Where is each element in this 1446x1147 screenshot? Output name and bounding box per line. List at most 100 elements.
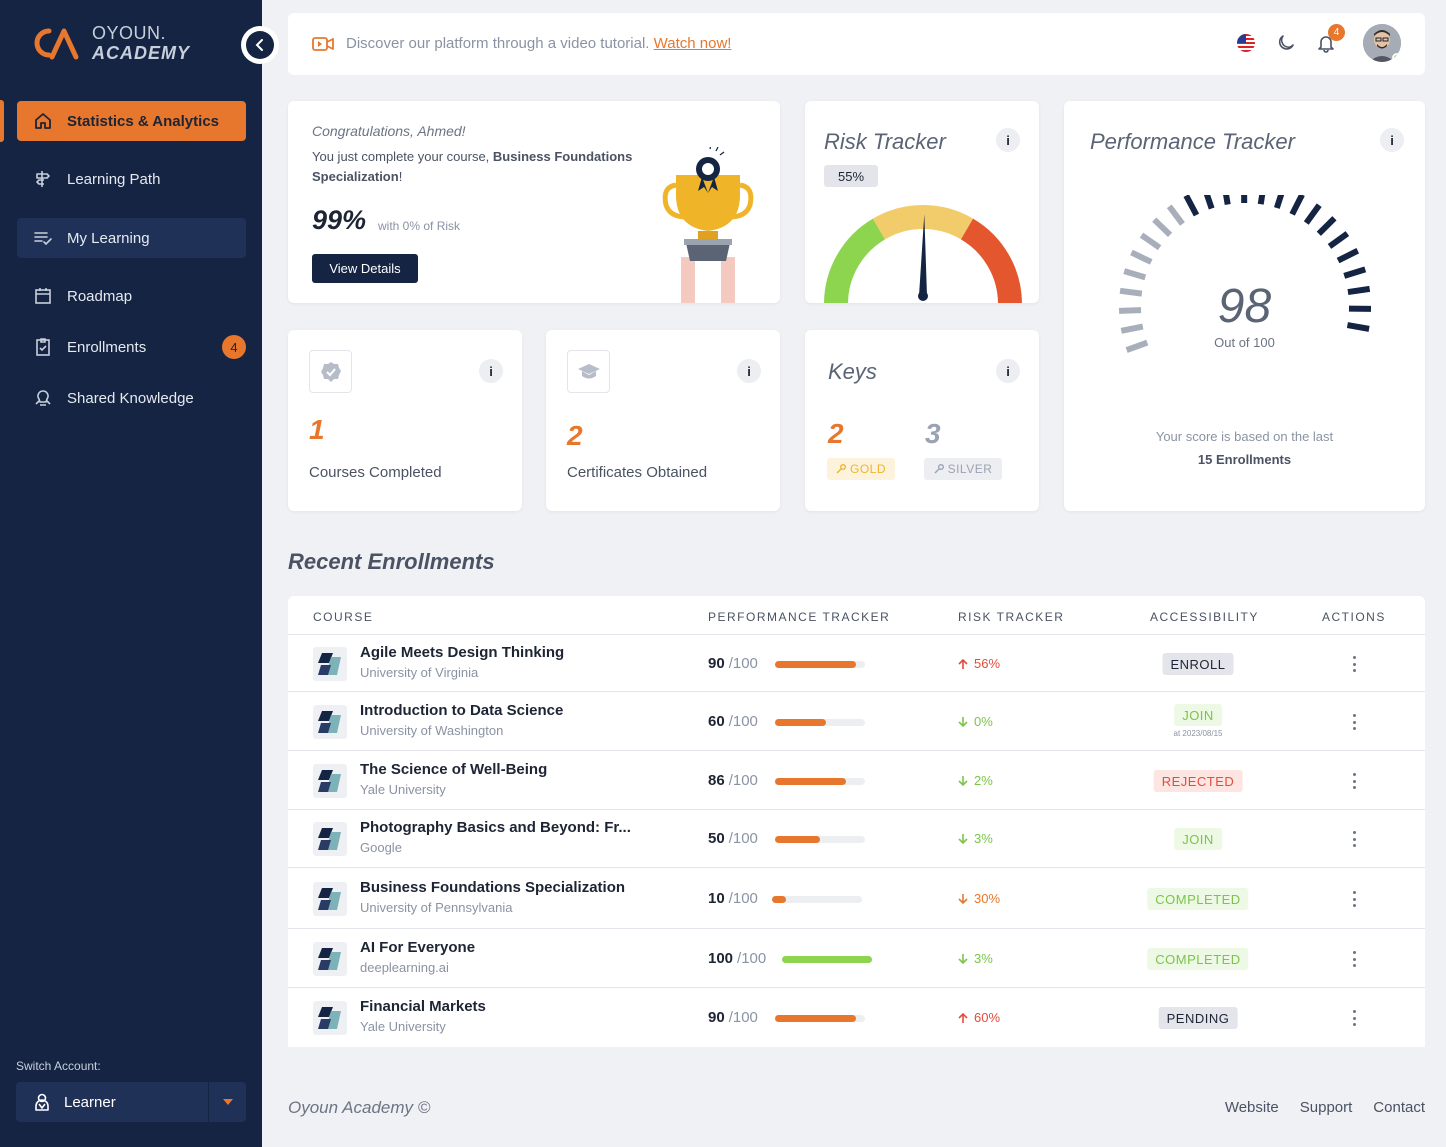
performance-bar	[782, 956, 872, 963]
user-avatar[interactable]	[1363, 24, 1401, 62]
course-name[interactable]: Business Foundations Specialization	[360, 879, 625, 896]
course-thumbnail	[313, 942, 347, 976]
accessibility-status-tag: COMPLETED	[1147, 888, 1249, 910]
keys-info-button[interactable]: i	[996, 359, 1020, 383]
sidebar-item-learning-path[interactable]: Learning Path	[17, 159, 246, 199]
risk-value: 2%	[958, 773, 993, 788]
brand-line2: ACADEMY	[92, 43, 191, 63]
language-selector[interactable]	[1235, 32, 1257, 54]
course-name[interactable]: Photography Basics and Beyond: Fr...	[360, 819, 631, 836]
course-thumbnail	[313, 764, 347, 798]
sidebar-item-label: Shared Knowledge	[67, 389, 194, 407]
online-status-dot	[1392, 53, 1401, 62]
sidebar-item-roadmap[interactable]: Roadmap	[17, 276, 246, 316]
certificates-info-button[interactable]: i	[737, 359, 761, 383]
sidebar-item-shared-knowledge[interactable]: Shared Knowledge	[17, 378, 246, 418]
row-actions-menu-icon[interactable]	[1350, 891, 1358, 907]
performance-tracker-info-button[interactable]: i	[1380, 128, 1404, 152]
signpost-icon	[36, 171, 50, 187]
accessibility-status-tag[interactable]: ENROLL	[1162, 653, 1234, 675]
switch-account-select[interactable]: Learner	[16, 1082, 246, 1122]
key-icon	[836, 464, 846, 474]
risk-tracker-info-button[interactable]: i	[996, 128, 1020, 152]
course-university: Google	[360, 840, 402, 855]
performance-max: /100	[728, 772, 758, 789]
performance-bar	[772, 896, 862, 903]
row-actions-menu-icon[interactable]	[1350, 656, 1358, 672]
column-header-course: COURSE	[313, 610, 374, 624]
performance-max: /100	[728, 713, 758, 730]
notifications-button[interactable]: 4	[1315, 24, 1345, 54]
performance-bar	[775, 836, 865, 843]
table-row[interactable]: AI For Everyone deeplearning.ai 100/100 3% C…	[288, 929, 1425, 988]
completion-percent: 99%	[312, 205, 367, 235]
performance-score: 50	[708, 830, 725, 847]
course-name[interactable]: Agile Meets Design Thinking	[360, 644, 564, 661]
watch-now-link[interactable]: Watch now!	[654, 35, 732, 52]
view-details-button[interactable]: View Details	[312, 254, 418, 283]
accessibility-status-tag[interactable]: JOIN	[1174, 704, 1222, 726]
performance-bar	[775, 661, 865, 668]
table-row[interactable]: Business Foundations Specialization Unive…	[288, 868, 1425, 929]
row-actions-menu-icon[interactable]	[1350, 714, 1358, 730]
performance-dial-tick	[1343, 266, 1367, 279]
sidebar-item-my-learning[interactable]: My Learning	[17, 218, 246, 258]
column-header-accessibility: ACCESSIBILITY	[1150, 610, 1259, 624]
performance-max: /100	[728, 1009, 758, 1026]
row-actions-menu-icon[interactable]	[1350, 1010, 1358, 1026]
arrow-down-icon	[958, 893, 968, 904]
performance-dial-tick	[1130, 249, 1153, 265]
risk-tracker-title: Risk Tracker	[824, 129, 946, 154]
notification-count-badge: 4	[1328, 24, 1345, 41]
accessibility-status-tag[interactable]: JOIN	[1174, 828, 1222, 850]
sidebar-item-label: Learning Path	[67, 170, 161, 188]
congrats-text-before: You just complete your course,	[312, 149, 493, 164]
course-name[interactable]: Introduction to Data Science	[360, 702, 563, 719]
table-row[interactable]: Photography Basics and Beyond: Fr... Goog…	[288, 810, 1425, 868]
sidebar-item-statistics[interactable]: Statistics & Analytics	[17, 101, 246, 141]
row-actions-menu-icon[interactable]	[1350, 831, 1358, 847]
risk-value: 3%	[958, 951, 993, 966]
table-row[interactable]: Financial Markets Yale University 90/100 60…	[288, 988, 1425, 1047]
courses-completed-card: i 1 Courses Completed	[288, 330, 522, 511]
user-role-icon	[35, 1093, 49, 1111]
performance-dial-tick	[1316, 216, 1337, 236]
course-name[interactable]: AI For Everyone	[360, 939, 475, 956]
footer-link-support[interactable]: Support	[1300, 1099, 1353, 1116]
table-row[interactable]: The Science of Well-Being Yale University…	[288, 751, 1425, 810]
performance-bar	[775, 719, 865, 726]
accessibility-status-tag: PENDING	[1158, 1007, 1238, 1029]
performance-dial-tick	[1139, 232, 1162, 251]
column-header-risk: RISK TRACKER	[958, 610, 1065, 624]
header-actions: 4	[1235, 24, 1401, 62]
course-name[interactable]: Financial Markets	[360, 998, 486, 1015]
switch-account-toggle[interactable]	[208, 1082, 246, 1122]
performance-bar-fill	[782, 956, 872, 963]
performance-max: /100	[728, 890, 758, 907]
footer-link-website[interactable]: Website	[1225, 1099, 1279, 1116]
lightbulb-icon	[35, 390, 51, 406]
row-actions-menu-icon[interactable]	[1350, 773, 1358, 789]
course-name[interactable]: The Science of Well-Being	[360, 761, 547, 778]
performance-value: 90/100	[708, 1009, 758, 1026]
performance-dial-tick	[1327, 231, 1350, 249]
row-actions-menu-icon[interactable]	[1350, 951, 1358, 967]
sidebar-item-label: Statistics & Analytics	[67, 112, 219, 130]
sidebar-item-enrollments[interactable]: Enrollments 4	[17, 327, 246, 367]
table-row[interactable]: Introduction to Data Science University o…	[288, 692, 1425, 751]
dark-mode-toggle[interactable]	[1275, 32, 1297, 54]
performance-score: 10	[708, 890, 725, 907]
performance-max: /100	[728, 655, 758, 672]
risk-value: 0%	[958, 714, 993, 729]
brand-logo[interactable]: OYOUN. ACADEMY	[30, 24, 190, 62]
us-flag-icon	[1237, 34, 1255, 52]
congrats-greeting: Congratulations, Ahmed!	[312, 123, 466, 139]
footer-copyright: Oyoun Academy ©	[288, 1098, 431, 1117]
courses-completed-info-button[interactable]: i	[479, 359, 503, 383]
table-row[interactable]: Agile Meets Design Thinking University of…	[288, 635, 1425, 692]
oyoun-logo-icon	[34, 28, 79, 60]
performance-out-of: Out of 100	[1214, 335, 1275, 350]
certificates-obtained-card: i 2 Certificates Obtained	[546, 330, 780, 511]
footer-link-contact[interactable]: Contact	[1373, 1099, 1425, 1116]
collapse-sidebar-button[interactable]	[241, 26, 279, 64]
